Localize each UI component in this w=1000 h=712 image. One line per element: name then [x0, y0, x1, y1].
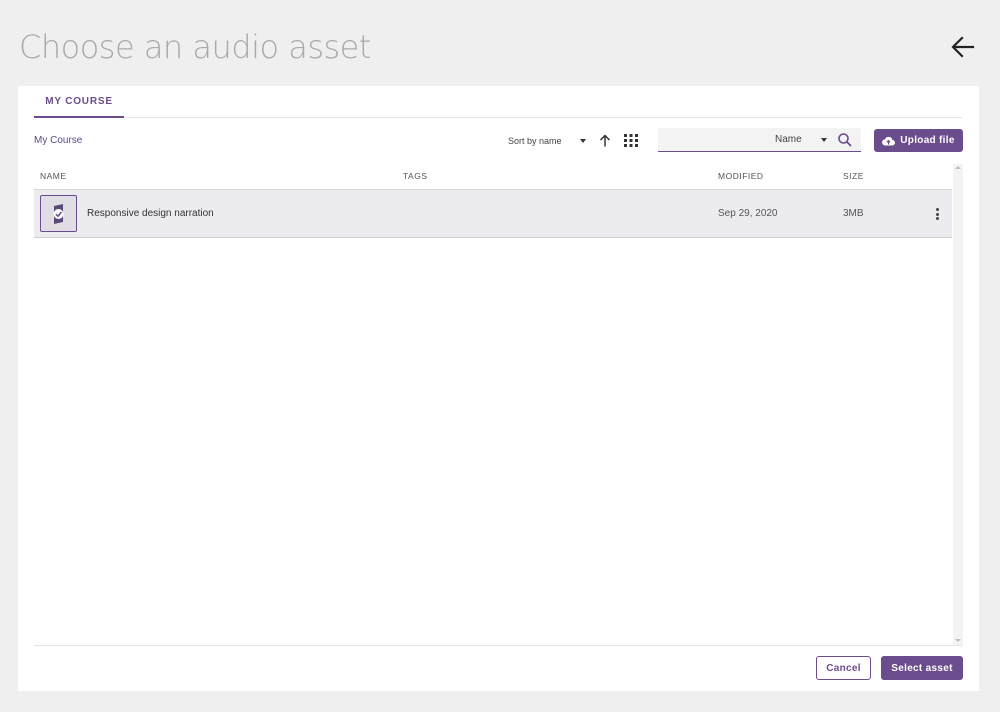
breadcrumb[interactable]: My Course — [34, 135, 82, 146]
grid-view-icon — [624, 134, 638, 147]
column-header-name[interactable]: NAME — [40, 171, 67, 181]
footer-divider — [34, 645, 963, 646]
column-header-tags[interactable]: TAGS — [403, 171, 428, 181]
tab-my-course[interactable]: MY COURSE — [34, 86, 124, 118]
asset-modified: Sep 29, 2020 — [718, 208, 778, 219]
column-header-size[interactable]: SIZE — [843, 171, 864, 181]
cancel-button[interactable]: Cancel — [816, 656, 871, 680]
asset-browser-panel: MY COURSE My Course Sort by name Name Up… — [18, 86, 979, 691]
upload-file-button[interactable]: Upload file — [874, 129, 963, 152]
search-field-select[interactable]: Name — [775, 128, 827, 151]
asset-size: 3MB — [843, 208, 864, 219]
column-header-modified[interactable]: MODIFIED — [718, 171, 764, 181]
sort-select-label: Sort by name — [508, 136, 562, 146]
asset-thumbnail — [40, 195, 77, 232]
arrow-left-icon — [951, 36, 975, 58]
more-vertical-icon[interactable] — [930, 206, 944, 222]
asset-name: Responsive design narration — [87, 208, 214, 219]
table-row[interactable]: Responsive design narration Sep 29, 2020… — [34, 190, 952, 238]
select-asset-button[interactable]: Select asset — [881, 656, 963, 680]
caret-down-icon — [821, 137, 827, 142]
sort-direction-button[interactable] — [598, 132, 612, 148]
caret-down-icon — [580, 139, 586, 143]
arrow-up-icon — [599, 133, 611, 146]
page-title: Choose an audio asset — [19, 28, 371, 66]
back-button[interactable] — [948, 33, 978, 61]
table-header: NAME TAGS MODIFIED SIZE — [34, 164, 952, 190]
search-input[interactable] — [658, 128, 758, 151]
tab-bar: MY COURSE — [34, 86, 962, 118]
grid-view-button[interactable] — [624, 134, 638, 147]
cloud-upload-icon — [882, 136, 896, 146]
sort-select[interactable]: Sort by name — [508, 133, 586, 149]
scroll-down-icon[interactable] — [955, 639, 961, 642]
search-icon[interactable] — [837, 132, 853, 148]
search-field-label: Name — [775, 134, 802, 145]
search-box: Name — [658, 128, 861, 152]
upload-file-label: Upload file — [900, 135, 955, 146]
scroll-up-icon[interactable] — [955, 166, 961, 169]
scrollbar[interactable] — [953, 164, 963, 645]
audio-file-icon — [53, 203, 63, 224]
